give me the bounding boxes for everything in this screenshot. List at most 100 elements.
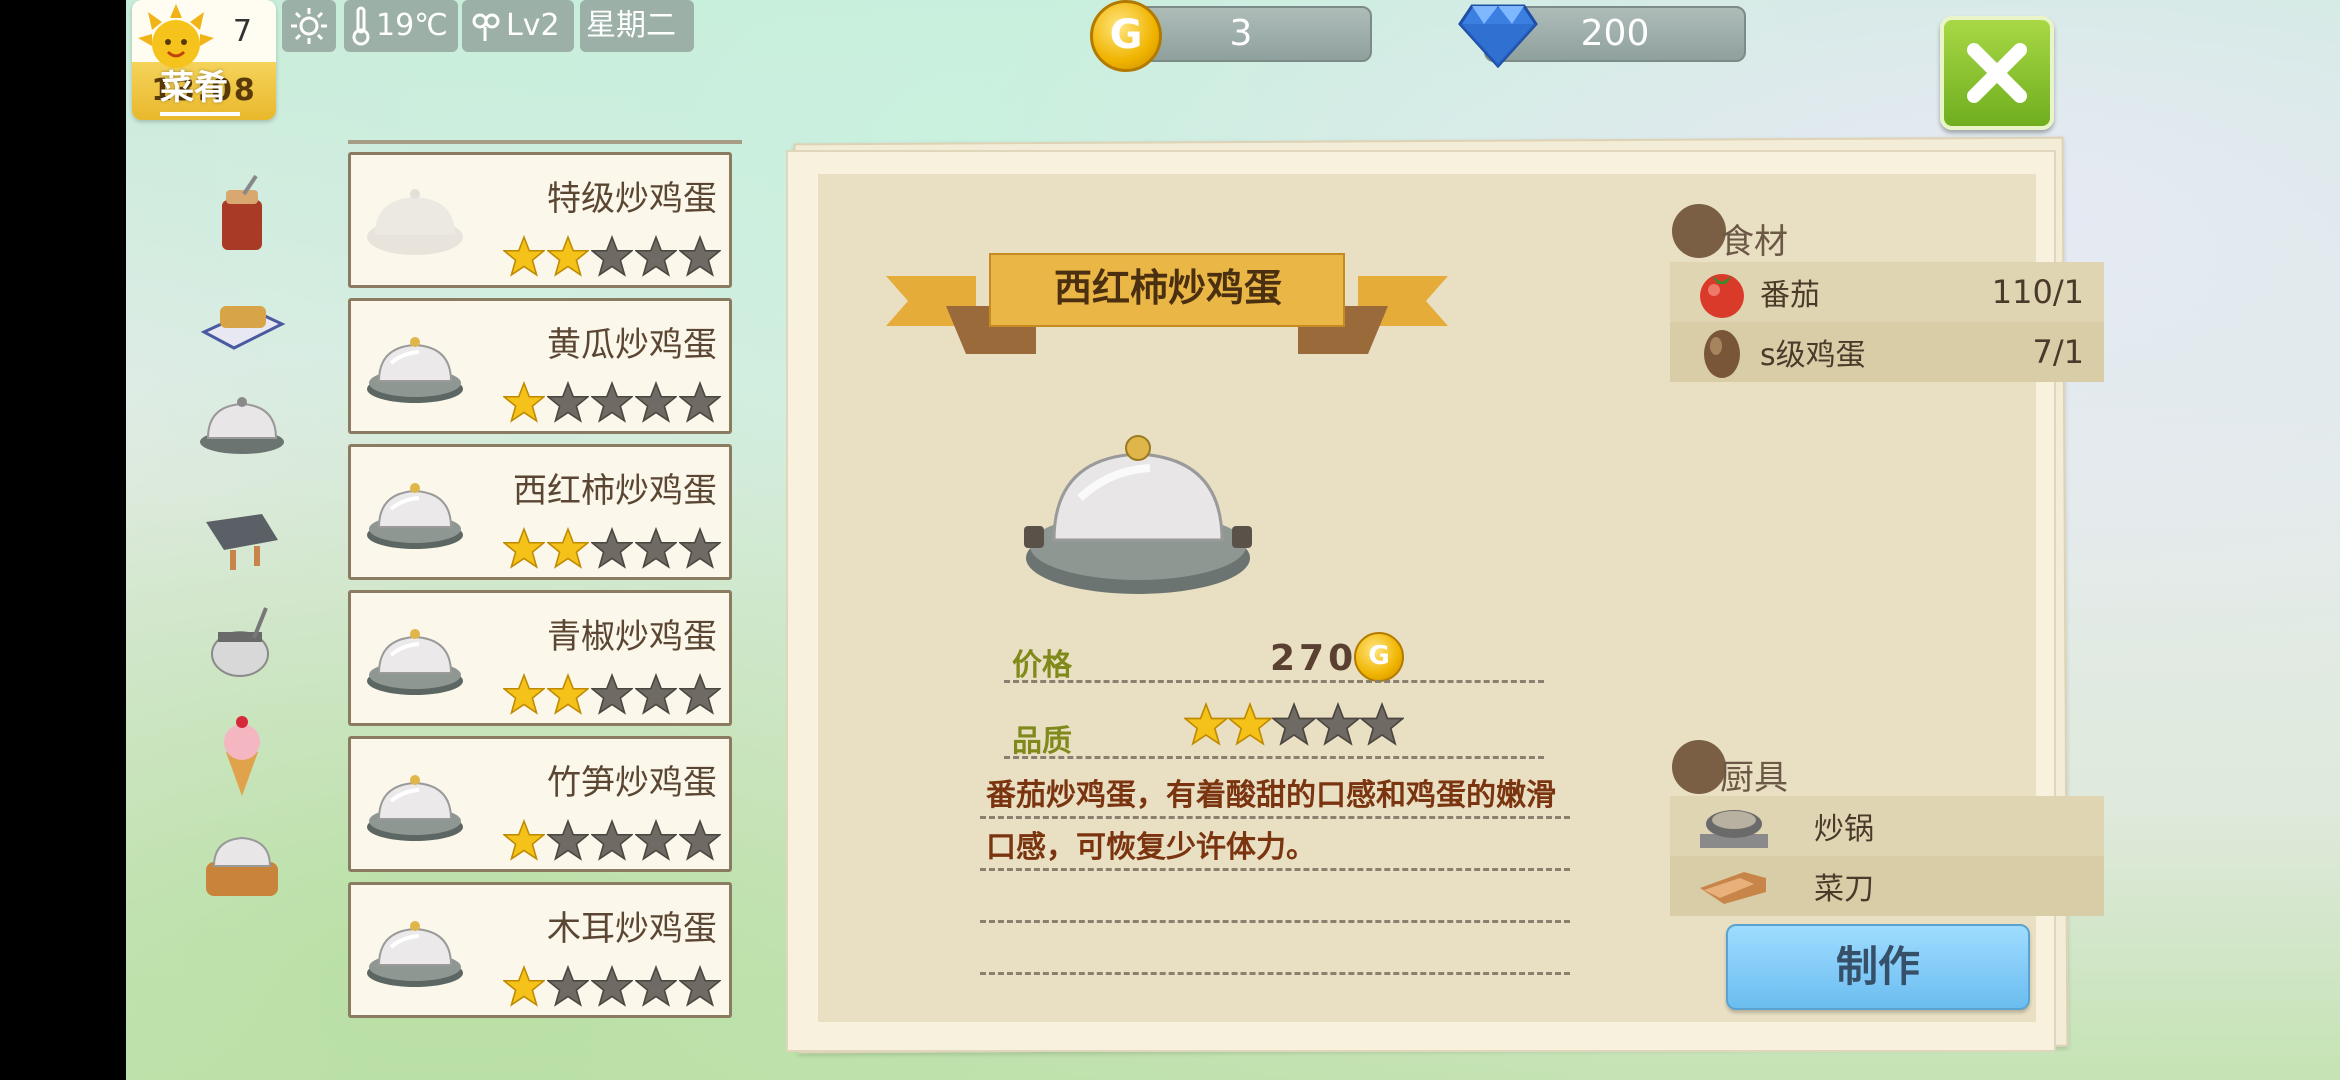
weekday-badge: 星期二 (580, 0, 694, 52)
star-empty-icon (679, 819, 721, 861)
star-filled-icon (547, 235, 589, 277)
covered-dish-icon (367, 629, 463, 695)
star-filled-icon (1228, 702, 1272, 746)
category-button[interactable] (196, 822, 288, 914)
level-badge: Lv2 (462, 0, 574, 52)
quality-label: 品质 (1012, 724, 1072, 759)
day-counter: 7 (232, 14, 252, 49)
star-empty-icon (679, 965, 721, 1007)
star-empty-icon (635, 965, 677, 1007)
recipe-card[interactable]: 青椒炒鸡蛋 (348, 590, 732, 726)
desc-line-1 (980, 816, 1570, 819)
close-button[interactable] (1940, 16, 2054, 130)
thermometer-icon (352, 6, 370, 46)
category-button[interactable] (196, 170, 288, 262)
star-empty-icon (635, 673, 677, 715)
recipe-stars (503, 527, 721, 569)
star-filled-icon (503, 235, 545, 277)
tab-dishes[interactable]: 菜肴 (160, 60, 228, 109)
star-empty-icon (679, 527, 721, 569)
star-empty-icon (679, 381, 721, 423)
star-filled-icon (503, 381, 545, 423)
star-empty-icon (547, 819, 589, 861)
make-button[interactable]: 制作 (1726, 924, 2030, 1010)
category-button[interactable] (196, 280, 288, 372)
recipe-title: 西红柿炒鸡蛋 (1053, 266, 1282, 310)
recipe-name: 特级炒鸡蛋 (547, 179, 717, 219)
star-empty-icon (591, 527, 633, 569)
gold-value: 3 (1229, 13, 1253, 54)
covered-dish-icon (200, 397, 284, 454)
category-button[interactable] (196, 710, 288, 802)
star-filled-icon (547, 527, 589, 569)
price-coin-icon: G (1354, 632, 1404, 682)
recipe-card[interactable]: 西红柿炒鸡蛋 (348, 444, 732, 580)
sun-mascot-icon (138, 4, 214, 68)
tray-box-icon (200, 306, 286, 350)
star-filled-icon (503, 527, 545, 569)
category-button[interactable] (196, 382, 288, 474)
list-divider (348, 140, 742, 144)
covered-dish-icon (367, 483, 463, 549)
star-empty-icon (547, 965, 589, 1007)
star-filled-icon (503, 819, 545, 861)
recipe-card[interactable]: 黄瓜炒鸡蛋 (348, 298, 732, 434)
covered-dish-image (1024, 435, 1252, 594)
ingredient-name: s级鸡蛋 (1760, 338, 1866, 373)
recipe-card[interactable]: 竹笋炒鸡蛋 (348, 736, 732, 872)
recipe-name: 西红柿炒鸡蛋 (513, 471, 717, 511)
star-empty-icon (679, 235, 721, 277)
star-empty-icon (591, 235, 633, 277)
flower-level-icon (472, 13, 500, 41)
star-empty-icon (1316, 702, 1360, 746)
recipe-name: 黄瓜炒鸡蛋 (547, 325, 717, 365)
ingredient-qty: 110/1 (1991, 273, 2084, 311)
diamond-value: 200 (1580, 13, 1650, 54)
star-filled-icon (503, 673, 545, 715)
tool-row: 炒锅 (1670, 796, 2104, 856)
star-empty-icon (635, 527, 677, 569)
diamond-icon (1458, 4, 1538, 68)
ingredient-row: 番茄 110/1 (1670, 262, 2104, 322)
star-empty-icon (591, 673, 633, 715)
steamer-box-icon (206, 836, 278, 896)
star-empty-icon (591, 965, 633, 1007)
tools-heading: 厨具 (1720, 758, 1788, 798)
temperature-badge: 19℃ (344, 0, 458, 52)
locked-dish-silhouette (367, 189, 463, 255)
desc-line-2 (980, 868, 1570, 871)
tea-pot-icon (211, 607, 269, 677)
star-empty-icon (635, 235, 677, 277)
close-icon (1967, 43, 2027, 103)
weather-sunny-badge (282, 0, 336, 52)
ingredient-row: s级鸡蛋 7/1 (1670, 322, 2104, 382)
level-value: Lv2 (506, 8, 560, 43)
category-button[interactable] (196, 492, 288, 584)
quality-divider (1004, 756, 1544, 759)
star-empty-icon (591, 819, 633, 861)
egg-icon (1704, 330, 1740, 378)
recipe-name: 青椒炒鸡蛋 (547, 617, 717, 657)
star-empty-icon (1272, 702, 1316, 746)
quality-stars (1184, 702, 1404, 746)
sun-icon (291, 8, 327, 44)
tomato-icon (1700, 274, 1744, 318)
knife-icon (1700, 872, 1766, 904)
star-filled-icon (1184, 702, 1228, 746)
ingredients-bullet-icon (1672, 204, 1726, 258)
gold-coin-icon: G (1090, 0, 1162, 72)
weekday-value: 星期二 (586, 8, 676, 43)
recipe-card[interactable]: 木耳炒鸡蛋 (348, 882, 732, 1018)
covered-dish-icon (367, 921, 463, 987)
tools-bullet-icon (1672, 740, 1726, 794)
price-label: 价格 (1012, 648, 1072, 683)
price-divider (1004, 680, 1544, 683)
covered-dish-icon (367, 337, 463, 403)
temperature-value: 19℃ (376, 8, 448, 43)
recipe-card[interactable]: 特级炒鸡蛋 (348, 152, 732, 288)
category-button[interactable] (196, 598, 288, 690)
tool-row: 菜刀 (1670, 856, 2104, 916)
star-empty-icon (635, 381, 677, 423)
recipe-stars (503, 965, 721, 1007)
star-empty-icon (547, 381, 589, 423)
